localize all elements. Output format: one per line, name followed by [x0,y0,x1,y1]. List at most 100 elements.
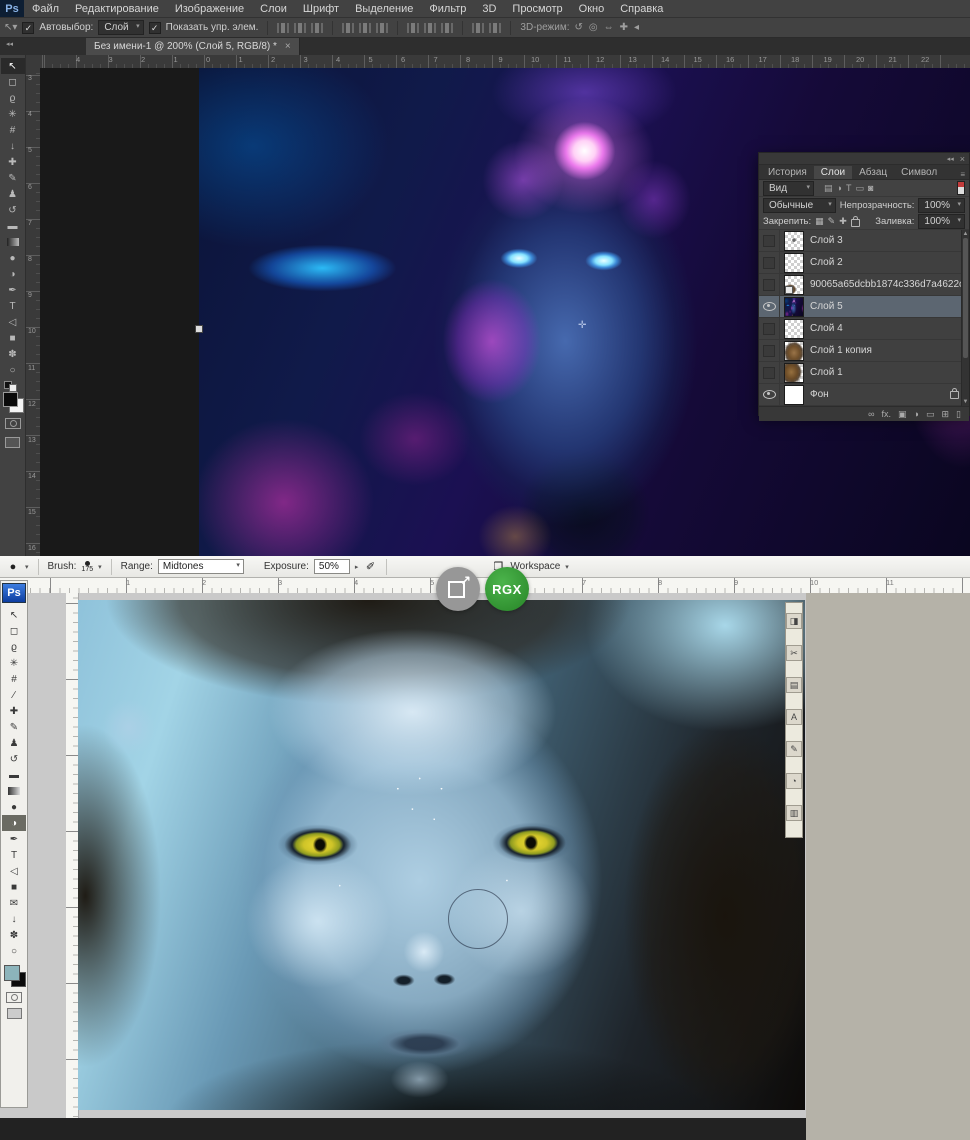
layer-group-icon[interactable]: ▭ [926,409,935,420]
layer-name[interactable]: Фон [810,389,829,400]
3d-slide-icon[interactable]: ✚ [620,22,628,33]
foreground-background-swatches[interactable] [4,965,25,986]
layer-name[interactable]: Слой 3 [810,235,843,246]
slice-tool[interactable]: ∕ [2,687,26,703]
magic-wand-tool[interactable]: ✳ [1,106,25,122]
healing-brush-tool[interactable]: ✚ [2,703,26,719]
align-icon[interactable] [359,23,371,33]
layer-name[interactable]: Слой 1 копия [810,345,872,356]
zoom-tool[interactable]: ○ [2,943,26,959]
distribute-icon[interactable] [489,23,501,33]
eraser-tool[interactable]: ▬ [1,218,25,234]
dodge-tool-preset-icon[interactable]: ● [6,560,20,574]
blur-tool[interactable]: ● [2,799,26,815]
panel-scrollbar[interactable]: ▲ ▼ [961,230,969,406]
layer-name[interactable]: Слой 4 [810,323,843,334]
filter-toggle-icon[interactable] [957,181,965,195]
layer-row[interactable]: Слой 4 [759,318,969,340]
hand-tool[interactable]: ✽ [2,927,26,943]
lock-position-icon[interactable]: ✚ [839,216,847,227]
show-transform-controls-checkbox[interactable]: ✓ [149,22,161,34]
clone-stamp-tool[interactable]: ♟ [2,735,26,751]
bottom-canvas-image[interactable] [78,600,805,1110]
layer-visibility-toggle[interactable] [759,318,780,339]
eyedropper-tool[interactable]: ↓ [1,138,25,154]
lasso-tool[interactable]: ϱ [1,90,25,106]
photoshop-logo[interactable]: Ps [2,583,26,603]
dock-panel-icon[interactable]: ◔ [786,773,802,789]
collapse-panel-icon[interactable]: ◂◂ [947,155,954,163]
filter-type-layers-icon[interactable]: T [846,183,852,194]
menu-item[interactable]: 3D [474,2,504,16]
panel-tab[interactable]: История [761,166,814,179]
path-select-tool[interactable]: ◁ [1,314,25,330]
foreground-color-swatch[interactable] [4,965,20,981]
move-tool[interactable]: ↖ [2,607,26,623]
distribute-icon[interactable] [441,23,453,33]
layer-name[interactable]: Слой 5 [810,301,843,312]
menu-item[interactable]: Шрифт [295,2,347,16]
range-select[interactable]: Midtones [158,559,244,574]
panel-tab[interactable]: Абзац [852,166,894,179]
menu-item[interactable]: Изображение [167,2,252,16]
filter-smart-objects-icon[interactable]: ◙ [868,183,873,194]
layer-visibility-toggle[interactable] [759,274,780,295]
brush-preview[interactable]: 175 [81,561,93,573]
layer-row[interactable]: Слой 3 [759,230,969,252]
pen-tool[interactable]: ✒ [1,282,25,298]
menu-item[interactable]: Редактирование [67,2,167,16]
blend-mode-select[interactable]: Обычные [763,198,836,213]
3d-rotate-icon[interactable]: ↺ [574,22,582,33]
lock-pixels-icon[interactable]: ✎ [828,216,836,227]
move-tool[interactable]: ↖ [1,58,25,74]
magic-wand-tool[interactable]: ✳ [2,655,26,671]
layer-visibility-toggle[interactable] [759,384,780,405]
distribute-icon[interactable] [472,23,484,33]
adjustment-layer-icon[interactable]: ◑ [914,409,919,419]
align-icon[interactable] [311,23,323,33]
chevron-down-icon[interactable]: ▾ [98,563,102,571]
photoshop-logo[interactable]: Ps [0,0,24,17]
brush-tool[interactable]: ✎ [2,719,26,735]
menu-item[interactable]: Файл [24,2,67,16]
blur-tool[interactable]: ● [1,250,25,266]
fill-value[interactable]: 100% [918,214,965,229]
layer-mask-icon[interactable]: ▣ [898,409,907,420]
hand-tool[interactable]: ✽ [1,346,25,362]
align-icon[interactable] [294,23,306,33]
layer-visibility-toggle[interactable] [759,296,780,317]
quick-mask-icon[interactable] [5,418,21,429]
healing-brush-tool[interactable]: ✚ [1,154,25,170]
layer-row[interactable]: Слой 5 [759,296,969,318]
filter-adjustment-layers-icon[interactable]: ◑ [837,183,842,194]
layer-filter-select[interactable]: Вид [763,181,814,196]
quick-mask-icon[interactable] [6,992,22,1003]
screen-mode-icon[interactable] [5,437,20,448]
move-tool-options-icon[interactable]: ↖▾ [4,22,17,33]
layer-visibility-toggle[interactable] [759,340,780,361]
path-select-tool[interactable]: ◁ [2,863,26,879]
menu-item[interactable]: Просмотр [504,2,570,16]
distribute-icon[interactable] [424,23,436,33]
scrollbar-thumb[interactable] [963,238,968,358]
menu-item[interactable]: Справка [612,2,671,16]
autoselect-target-select[interactable]: Слой [98,20,143,35]
dock-panel-icon[interactable]: ▥ [786,805,802,821]
clone-stamp-tool[interactable]: ♟ [1,186,25,202]
layer-row[interactable]: Фон [759,384,969,406]
align-icon[interactable] [376,23,388,33]
crop-tool[interactable]: # [2,671,26,687]
menu-item[interactable]: Слои [252,2,295,16]
toolbar-collapse-icon[interactable]: ◂◂ [6,40,13,48]
marquee-tool[interactable]: ◻ [1,74,25,90]
layer-visibility-toggle[interactable] [759,230,780,251]
panel-menu-icon[interactable]: ≡ [960,170,969,179]
dodge-tool[interactable]: ◑ [2,815,26,831]
new-layer-icon[interactable]: ⊞ [942,409,950,420]
close-panel-icon[interactable]: × [960,154,965,164]
layer-row[interactable]: 90065a65dcbb1874c336d7a4622cd667 [759,274,969,296]
filter-shape-layers-icon[interactable]: ▭ [855,183,864,194]
swap-colors-icon[interactable] [4,381,18,390]
panel-tab[interactable]: Слои [814,166,852,179]
document-tab[interactable]: Без имени-1 @ 200% (Слой 5, RGB/8) * × [86,38,300,55]
